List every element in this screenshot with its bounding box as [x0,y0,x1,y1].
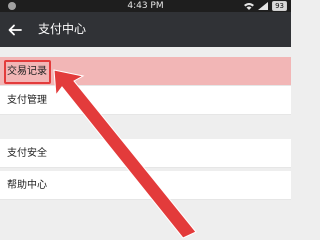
menu-item-payment-management[interactable]: 支付管理 [0,86,291,115]
menu-item-help-center[interactable]: 帮助中心 [0,171,291,200]
menu-item-payment-security[interactable]: 支付安全 [0,139,291,168]
signal-icon [258,2,269,10]
back-button[interactable] [6,21,24,39]
menu-item-label: 支付安全 [7,148,47,159]
battery-icon: 93 [272,1,287,11]
menu-item-label: 支付管理 [7,95,47,106]
wifi-icon [244,3,255,10]
app-bar: 支付中心 [0,12,291,47]
arrow-left-icon [8,24,22,36]
annotation-highlight-box [4,60,51,84]
page-title: 支付中心 [38,22,87,36]
status-icons: 93 [244,1,287,11]
menu-item-label: 帮助中心 [7,180,47,191]
status-bar: 4:43 PM 93 [0,0,291,12]
